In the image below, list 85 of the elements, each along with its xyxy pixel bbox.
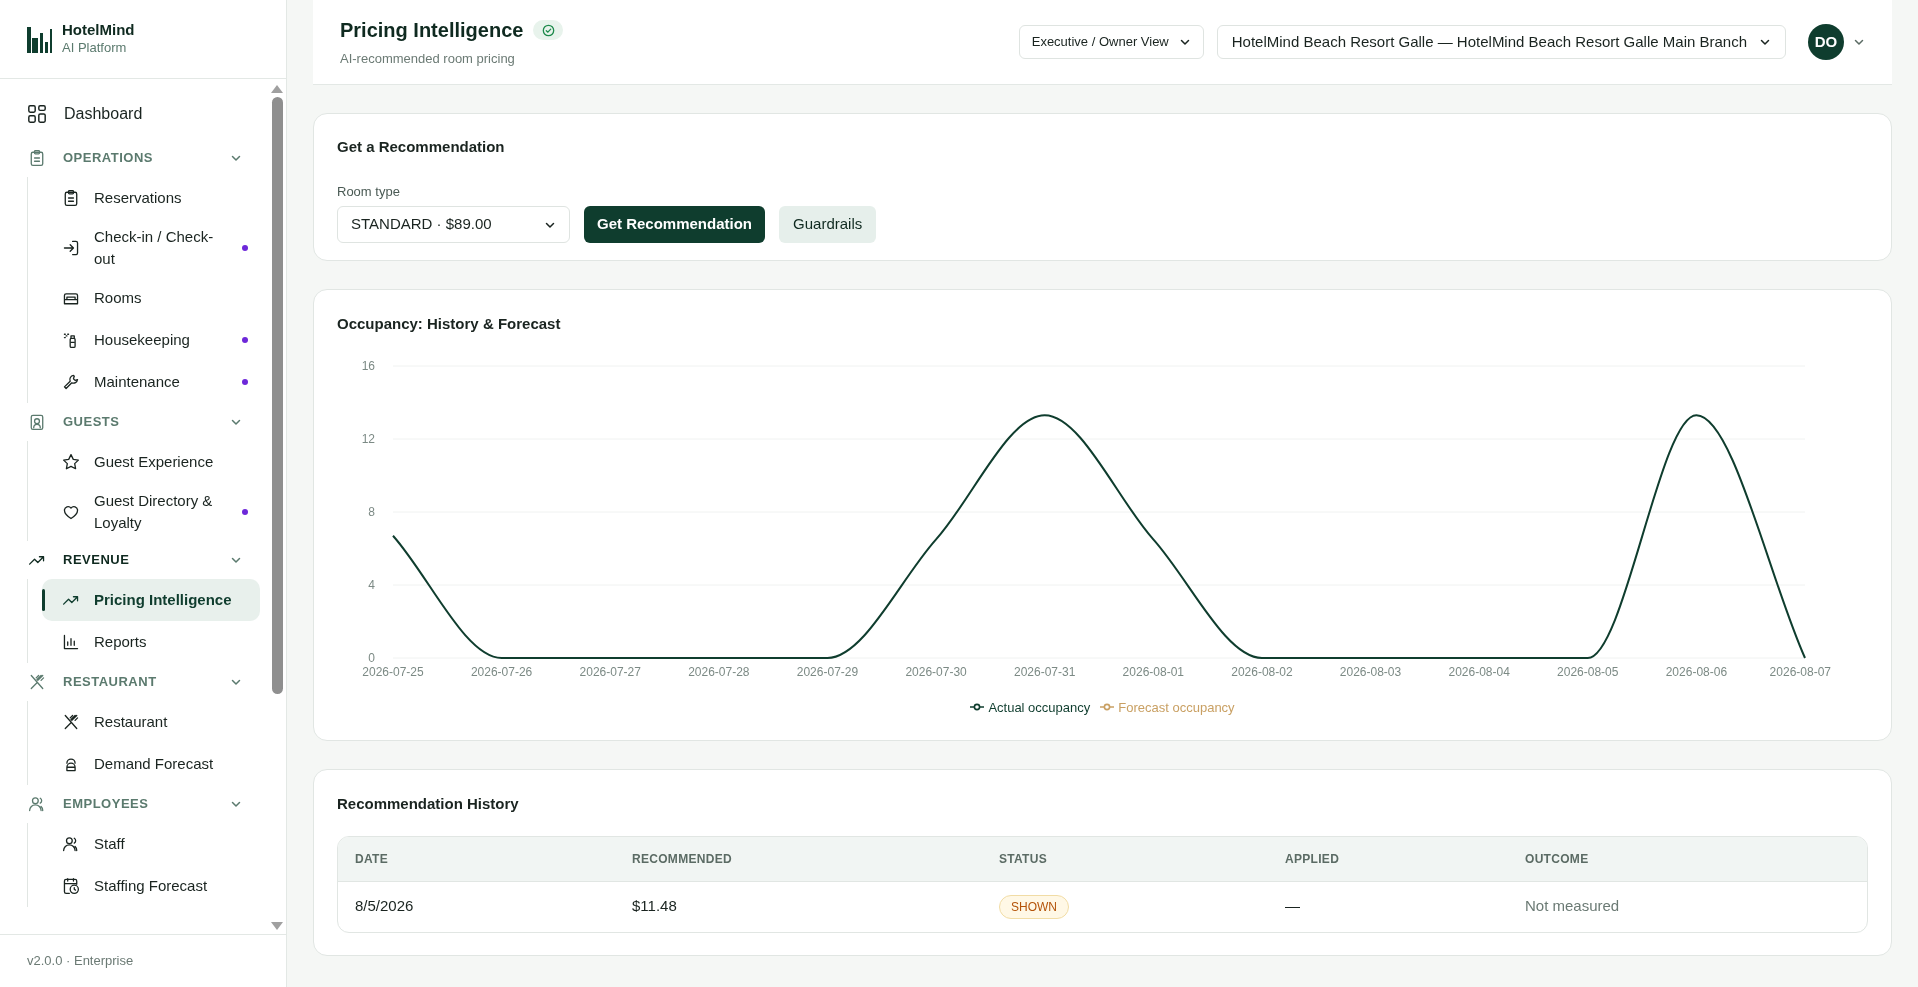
guardrails-button[interactable]: Guardrails xyxy=(779,206,877,243)
get-recommendation-button[interactable]: Get Recommendation xyxy=(584,206,766,243)
table-cell-text: Not measured xyxy=(1525,896,1621,917)
table-cell-text: $11.48 xyxy=(632,896,678,917)
scrollbar-thumb[interactable] xyxy=(271,97,283,694)
grid-icon xyxy=(27,104,47,124)
utensils-icon xyxy=(62,713,80,731)
column-header: RECOMMENDED xyxy=(632,850,733,868)
view-dropdown[interactable]: Executive / Owner View xyxy=(1018,25,1204,59)
x-axis-label: 2026-08-07 xyxy=(1769,664,1831,679)
x-axis-label: 2026-07-25 xyxy=(362,664,424,679)
property-dropdown[interactable]: HotelMind Beach Resort Galle — HotelMind Beach Resort Galle Main Branch xyxy=(1216,25,1786,59)
column-header: STATUS xyxy=(999,850,1049,868)
x-axis-label: 2026-07-29 xyxy=(796,664,859,679)
nav-item[interactable]: Restaurant xyxy=(42,701,260,743)
section-header[interactable]: OPERATIONS xyxy=(0,139,260,177)
legend-marker-icon xyxy=(970,703,985,712)
x-axis-label: 2026-08-01 xyxy=(1122,664,1184,679)
page-subtitle: AI-recommended room pricing xyxy=(340,50,516,69)
nav-item[interactable]: Guest Directory & Loyalty xyxy=(42,483,260,541)
x-axis-label: 2026-07-26 xyxy=(470,664,533,679)
nav-item[interactable]: Staff xyxy=(42,823,260,865)
card-title: Get a Recommendation xyxy=(337,137,506,157)
page-title: Pricing Intelligence xyxy=(340,18,524,44)
login-icon xyxy=(62,239,80,257)
x-axis-label: 2026-08-05 xyxy=(1557,664,1619,679)
scroll-down-icon[interactable] xyxy=(271,922,283,930)
user-avatar: DO xyxy=(1808,24,1844,60)
y-axis-label: 0 xyxy=(368,650,375,665)
users-icon xyxy=(62,835,80,853)
column-header: APPLIED xyxy=(1285,850,1341,868)
card-title: Occupancy: History & Forecast xyxy=(337,314,562,334)
section-header[interactable]: REVENUE xyxy=(0,541,260,579)
clipboard-icon xyxy=(62,189,80,207)
card-title: Recommendation History xyxy=(337,794,520,814)
id-badge-icon xyxy=(28,413,46,431)
x-axis-label: 2026-07-28 xyxy=(688,664,750,679)
clipboard-icon xyxy=(28,149,46,167)
section-header[interactable]: RESTAURANT xyxy=(0,663,260,701)
nav-item[interactable]: Check-in / Check-out xyxy=(42,219,260,277)
account-menu-button[interactable]: DO xyxy=(1808,24,1865,60)
column-header: OUTCOME xyxy=(1525,850,1590,868)
nav-item[interactable]: Housekeeping xyxy=(42,319,260,361)
brand-tagline: AI Platform xyxy=(62,39,128,57)
x-axis-label: 2026-07-27 xyxy=(579,664,641,679)
table-cell-text: — xyxy=(1285,896,1301,917)
nav-item[interactable]: Demand Forecast xyxy=(42,743,260,785)
section-header[interactable]: EMPLOYEES xyxy=(0,785,260,823)
nav-item[interactable]: Guest Experience xyxy=(42,441,260,483)
x-axis-label: 2026-07-30 xyxy=(905,664,967,679)
nav-item[interactable]: Reports xyxy=(42,621,260,663)
y-axis-label: 8 xyxy=(368,504,375,519)
nav-item[interactable]: Pricing Intelligence xyxy=(42,579,260,621)
scroll-up-icon[interactable] xyxy=(271,85,283,93)
nav-item[interactable]: Maintenance xyxy=(42,361,260,403)
users-icon xyxy=(28,795,46,813)
x-axis-label: 2026-08-06 xyxy=(1665,664,1728,679)
room-type-select[interactable]: STANDARD · $89.00 xyxy=(337,206,570,243)
section-header[interactable]: GUESTS xyxy=(0,403,260,441)
table-cell-text: 8/5/2026 xyxy=(355,896,415,917)
y-axis-label: 12 xyxy=(361,431,375,446)
star-icon xyxy=(62,453,80,471)
calendar-clock-icon xyxy=(62,877,80,895)
nav-item[interactable]: Staffing Forecast xyxy=(42,865,260,907)
brand-name: HotelMind xyxy=(62,21,135,39)
column-header: DATE xyxy=(355,850,389,868)
nav-item[interactable]: Rooms xyxy=(42,277,260,319)
legend-marker-icon xyxy=(1100,703,1115,712)
field-label: Room type xyxy=(337,182,401,201)
wrench-icon xyxy=(62,373,80,391)
version-label: v2.0.0 · Enterprise xyxy=(27,952,134,971)
status-badge: SHOWN xyxy=(999,894,1069,919)
x-axis-label: 2026-08-04 xyxy=(1448,664,1510,679)
x-axis-label: 2026-07-31 xyxy=(1014,664,1076,679)
heart-icon xyxy=(62,503,80,521)
nav-link[interactable]: Dashboard xyxy=(0,95,260,133)
logo-icon xyxy=(27,25,54,53)
nav-item[interactable]: Reservations xyxy=(42,177,260,219)
y-axis-label: 16 xyxy=(361,358,375,373)
x-axis-label: 2026-08-02 xyxy=(1231,664,1293,679)
x-axis-label: 2026-08-03 xyxy=(1339,664,1402,679)
bar-chart-icon xyxy=(62,633,80,651)
utensils-icon xyxy=(28,673,46,691)
y-axis-label: 4 xyxy=(368,577,375,592)
legend-item[interactable]: Actual occupancy xyxy=(970,697,1091,717)
